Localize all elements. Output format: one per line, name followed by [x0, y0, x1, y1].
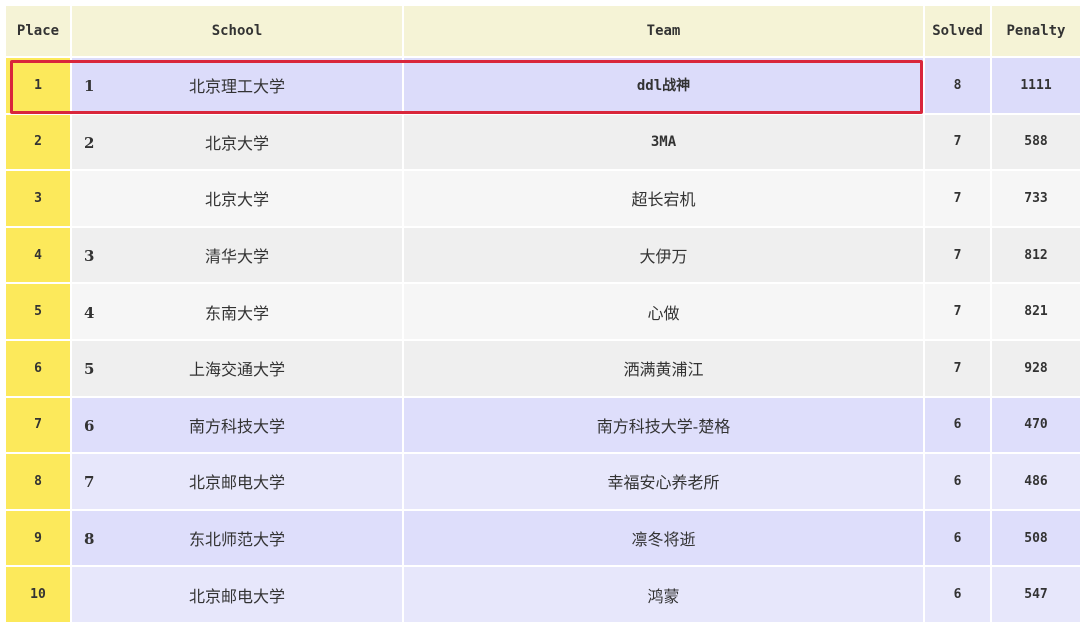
team-name: 南方科技大学-楚格	[596, 416, 731, 436]
header-penalty[interactable]: Penalty	[992, 6, 1080, 58]
school-rank: 6	[84, 416, 95, 435]
place-cell: 2	[6, 114, 72, 172]
header-place[interactable]: Place	[6, 6, 72, 58]
penalty-cell: 470	[992, 397, 1080, 455]
header-team[interactable]: Team	[404, 6, 925, 58]
table-row[interactable]: 5 4 东南大学 心做 7 821	[6, 284, 1080, 341]
table-row[interactable]: 8 7 北京邮电大学 幸福安心养老所 6 486	[6, 454, 1080, 511]
penalty-cell: 733	[992, 171, 1080, 228]
solved-cell: 8	[925, 58, 992, 115]
table-row[interactable]: 1 1 北京理工大学 ddl战神 8 1111	[6, 58, 1080, 115]
team-name: 3MA	[650, 133, 677, 150]
solved-cell: 6	[925, 397, 992, 455]
place-cell: 8	[6, 454, 72, 511]
school-cell: 8 东北师范大学	[72, 510, 404, 568]
team-cell: 凛冬将逝	[404, 510, 925, 568]
school-name: 北京大学	[204, 133, 269, 153]
table-row[interactable]: 10 北京邮电大学 鸿蒙 6 547	[6, 567, 1080, 624]
school-name: 南方科技大学	[188, 416, 285, 436]
team-cell: 3MA	[404, 114, 925, 172]
school-cell: 北京邮电大学	[72, 567, 404, 624]
place-cell: 6	[6, 340, 72, 398]
table-header: Place School Team Solved Penalty	[6, 6, 1080, 58]
team-name: 超长宕机	[631, 190, 696, 210]
school-cell: 2 北京大学	[72, 114, 404, 172]
school-cell: 3 清华大学	[72, 227, 404, 285]
school-rank: 8	[84, 529, 95, 548]
team-name: 大伊万	[639, 247, 688, 267]
school-rank: 1	[84, 77, 95, 96]
team-name: 凛冬将逝	[631, 530, 696, 550]
school-name: 北京大学	[204, 190, 269, 210]
school-rank: 4	[84, 303, 95, 322]
penalty-cell: 588	[992, 114, 1080, 172]
school-name: 上海交通大学	[188, 360, 285, 380]
team-name: ddl战神	[636, 78, 691, 95]
school-name: 东北师范大学	[188, 530, 285, 550]
penalty-cell: 486	[992, 454, 1080, 511]
table-row[interactable]: 6 5 上海交通大学 洒满黄浦江 7 928	[6, 340, 1080, 398]
solved-cell: 7	[925, 114, 992, 172]
table-row[interactable]: 4 3 清华大学 大伊万 7 812	[6, 227, 1080, 285]
table-row[interactable]: 3 北京大学 超长宕机 7 733	[6, 171, 1080, 228]
place-cell: 3	[6, 171, 72, 228]
team-name: 鸿蒙	[647, 586, 680, 606]
penalty-cell: 812	[992, 227, 1080, 285]
penalty-cell: 928	[992, 340, 1080, 398]
solved-cell: 7	[925, 171, 992, 228]
penalty-cell: 508	[992, 510, 1080, 568]
school-name: 东南大学	[204, 303, 269, 323]
place-cell: 4	[6, 227, 72, 285]
place-cell: 9	[6, 510, 72, 568]
school-cell: 4 东南大学	[72, 284, 404, 341]
penalty-cell: 821	[992, 284, 1080, 341]
header-solved[interactable]: Solved	[925, 6, 992, 58]
team-cell: 南方科技大学-楚格	[404, 397, 925, 455]
place-cell: 10	[6, 567, 72, 624]
school-rank: 5	[84, 360, 95, 379]
team-cell: 心做	[404, 284, 925, 341]
table-row[interactable]: 2 2 北京大学 3MA 7 588	[6, 114, 1080, 172]
solved-cell: 7	[925, 227, 992, 285]
school-rank: 2	[84, 133, 95, 152]
school-cell: 7 北京邮电大学	[72, 454, 404, 511]
header-school[interactable]: School	[72, 6, 404, 58]
school-name: 北京邮电大学	[188, 586, 285, 606]
team-cell: 洒满黄浦江	[404, 340, 925, 398]
team-name: 幸福安心养老所	[607, 473, 720, 493]
team-cell: 大伊万	[404, 227, 925, 285]
school-cell: 5 上海交通大学	[72, 340, 404, 398]
school-name: 北京理工大学	[188, 77, 285, 97]
place-cell: 1	[6, 58, 72, 115]
place-cell: 7	[6, 397, 72, 455]
team-cell: 超长宕机	[404, 171, 925, 228]
school-rank: 7	[84, 473, 95, 492]
team-name: 心做	[647, 303, 680, 323]
school-cell: 1 北京理工大学	[72, 58, 404, 115]
table-row[interactable]: 9 8 东北师范大学 凛冬将逝 6 508	[6, 510, 1080, 568]
school-name: 北京邮电大学	[188, 473, 285, 493]
scoreboard-table: Place School Team Solved Penalty 1 1 北京理…	[6, 6, 1080, 624]
team-cell: ddl战神	[404, 58, 925, 115]
school-cell: 6 南方科技大学	[72, 397, 404, 455]
solved-cell: 6	[925, 510, 992, 568]
solved-cell: 7	[925, 340, 992, 398]
team-cell: 幸福安心养老所	[404, 454, 925, 511]
penalty-cell: 1111	[992, 58, 1080, 115]
school-rank: 3	[84, 246, 95, 265]
solved-cell: 6	[925, 567, 992, 624]
school-cell: 北京大学	[72, 171, 404, 228]
penalty-cell: 547	[992, 567, 1080, 624]
place-cell: 5	[6, 284, 72, 341]
team-cell: 鸿蒙	[404, 567, 925, 624]
team-name: 洒满黄浦江	[623, 360, 704, 380]
school-name: 清华大学	[204, 247, 269, 267]
solved-cell: 7	[925, 284, 992, 341]
solved-cell: 6	[925, 454, 992, 511]
table-row[interactable]: 7 6 南方科技大学 南方科技大学-楚格 6 470	[6, 397, 1080, 455]
